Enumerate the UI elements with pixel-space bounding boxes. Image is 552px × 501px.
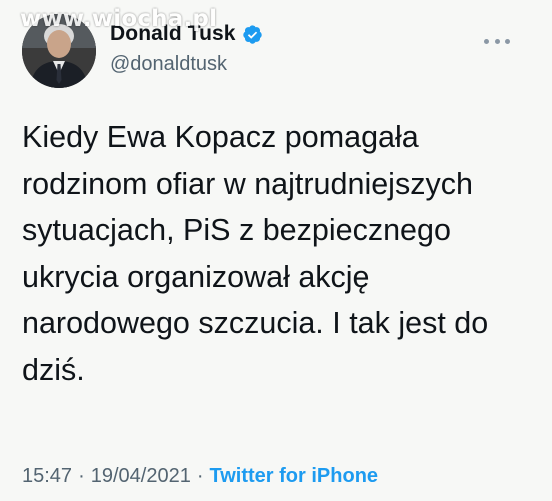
author-block: Donald Tusk @donaldtusk — [110, 20, 263, 76]
tweet-time[interactable]: 15:47 — [22, 465, 72, 487]
more-horizontal-icon[interactable] — [484, 34, 510, 48]
tweet-source-link[interactable]: Twitter for iPhone — [210, 465, 379, 487]
more-dot — [484, 38, 489, 44]
meta-separator: · — [196, 465, 204, 487]
avatar-image — [22, 14, 96, 88]
tweet-header: Donald Tusk @donaldtusk — [22, 14, 532, 88]
tweet-text: Kiedy Ewa Kopacz pomagała rodzinom ofiar… — [22, 120, 489, 387]
verified-badge-icon — [242, 24, 263, 45]
author-handle[interactable]: @donaldtusk — [110, 53, 263, 76]
meta-separator: · — [78, 465, 85, 487]
tweet-meta: 15:47 · 19/04/2021 · Twitter for iPhone — [22, 465, 378, 488]
more-dot — [494, 38, 500, 44]
more-dot — [505, 38, 510, 44]
avatar[interactable] — [22, 14, 96, 88]
name-row: Donald Tusk — [110, 20, 263, 48]
tweet-card: Donald Tusk @donaldtusk www.wiocha.pl Ki… — [0, 0, 552, 501]
display-name[interactable]: Donald Tusk — [110, 22, 236, 46]
tweet-date[interactable]: 19/04/2021 — [91, 465, 191, 487]
